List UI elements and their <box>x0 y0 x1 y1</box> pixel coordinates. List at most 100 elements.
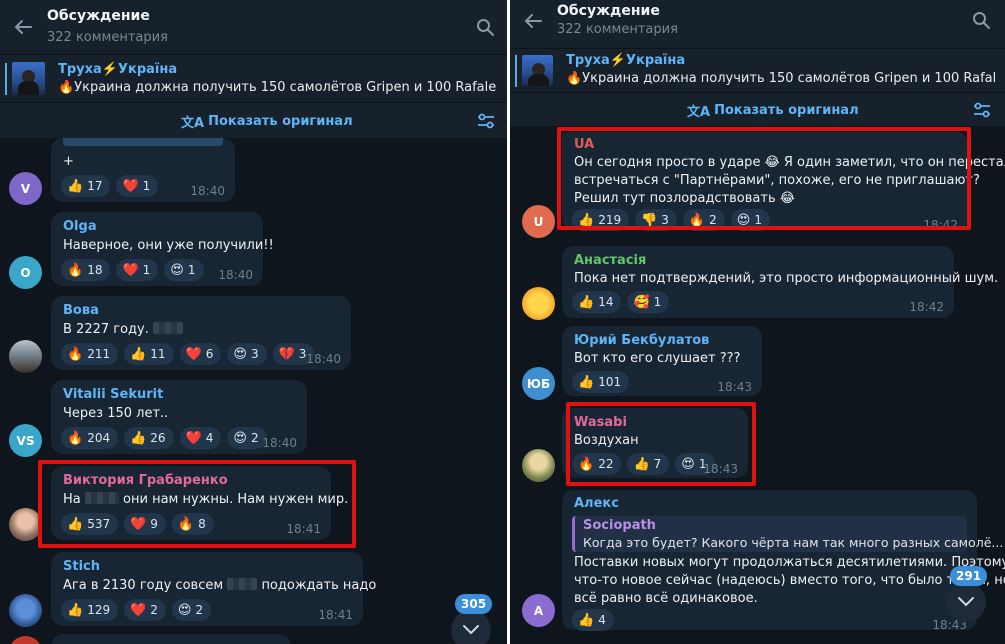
timestamp: 18:43 <box>703 462 738 476</box>
reaction-thumbs-up[interactable]: 👍 537 <box>61 513 119 535</box>
avatar[interactable]: O <box>9 256 42 289</box>
search-icon[interactable] <box>476 18 494 36</box>
scroll-down-button[interactable] <box>946 582 986 622</box>
reaction-thumbs-up[interactable]: 👍 14 <box>572 291 622 313</box>
comment-text: Ага в 2130 году совсем подождать надо <box>63 578 377 593</box>
show-original-label: Показать оригинал <box>208 114 353 129</box>
author-name[interactable]: UA <box>574 137 594 152</box>
reactions: 👍 219 👎 3 🔥 2 😍 1 <box>572 209 770 231</box>
comment-bubble[interactable]: Olga Наверное, они уже получили!! 🔥 18 ❤️… <box>51 212 274 286</box>
reaction-heart-eyes[interactable]: 😍 1 <box>164 259 204 281</box>
comment-bubble[interactable]: Vitalii Sekurit Через 150 лет.. 🔥 204 👍 26… <box>51 380 307 454</box>
pinned-post[interactable]: Труха⚡️Україна 🔥Украина должна получить … <box>0 54 507 102</box>
right-chat-panel: Обсуждение 322 комментария Труха⚡️Україн… <box>510 0 1005 644</box>
comment-bubble[interactable]: Анастасія Пока нет подтверждений, это пр… <box>562 246 998 318</box>
comment-count: 322 комментария <box>557 22 678 37</box>
translation-bar: 文A Показать оригинал <box>510 92 1005 126</box>
reaction-heart[interactable]: ❤️ 2 <box>124 599 166 621</box>
avatar[interactable] <box>9 508 42 541</box>
reaction-thumbs-up[interactable]: 👍 7 <box>627 453 670 475</box>
reactions: 👍 17 ❤️ 1 <box>61 175 159 197</box>
show-original-button[interactable]: 文A Показать оригинал <box>687 101 859 120</box>
reaction-fire[interactable]: 🔥 204 <box>61 427 119 449</box>
comment-bubble[interactable]: Вова В 2227 году. 🔥 211 👍 11 ❤️ 6 😍 3 💔 3 18:… <box>51 296 351 370</box>
comment-bubble[interactable]: Алекс Sociopath Когда это будет? Какого … <box>562 490 1005 632</box>
comment-bubble[interactable]: Юрий Бекбулатов Вот кто его слушает ??? … <box>562 326 762 396</box>
reactions: 👍 537 ❤️ 9 🔥 8 <box>61 513 214 535</box>
avatar[interactable]: V <box>9 172 42 205</box>
reaction-heart-eyes[interactable]: 😍 2 <box>227 427 267 449</box>
avatar[interactable] <box>522 449 555 482</box>
author-name[interactable]: Юрий Бекбулатов <box>574 333 709 348</box>
avatar[interactable] <box>9 636 42 644</box>
reaction-heart[interactable]: ❤️ 6 <box>179 343 222 365</box>
translation-settings-icon[interactable] <box>476 112 496 130</box>
comment-bubble[interactable] <box>51 634 291 644</box>
avatar[interactable] <box>9 340 42 373</box>
comment-text-line: что-то новое сейчас (надеюсь) вместо тог… <box>574 573 1005 588</box>
channel-name: Труха⚡️Україна <box>566 53 686 68</box>
comment-bubble[interactable]: Виктория Грабаренко На они нам нужны. На… <box>51 466 348 540</box>
show-original-label: Показать оригинал <box>714 103 859 118</box>
translation-bar: 文A Показать оригинал <box>0 102 507 138</box>
translation-settings-icon[interactable] <box>972 101 992 119</box>
comment-text-line: встречаться с "Партнёрами", похоже, его … <box>574 173 980 188</box>
reaction-heart[interactable]: ❤️ 4 <box>179 427 222 449</box>
reaction-thumbs-up[interactable]: 👍 26 <box>124 427 174 449</box>
reaction-smiling-hearts[interactable]: 🥰 1 <box>627 291 670 313</box>
reaction-thumbs-up[interactable]: 👍 101 <box>572 371 630 393</box>
comment-text: На они нам нужны. Нам нужен мир. <box>63 492 349 507</box>
back-arrow-icon[interactable] <box>12 16 34 38</box>
avatar[interactable] <box>522 287 555 320</box>
comment-bubble[interactable]: Wasabi Воздухан 🔥 22 👍 7 😍 1 18:43 <box>562 408 748 478</box>
comment-text: В 2227 году. <box>63 321 184 339</box>
reaction-fire[interactable]: 🔥 2 <box>682 209 725 231</box>
comment-text-line: всё равно всё одинаковое. <box>574 591 758 606</box>
pin-accent-bar <box>515 55 517 87</box>
author-name[interactable]: Анастасія <box>574 253 646 268</box>
avatar[interactable]: VS <box>9 424 42 457</box>
reaction-thumbs-up[interactable]: 👍 4 <box>572 609 614 631</box>
reaction-heart-eyes[interactable]: 😍 3 <box>227 343 267 365</box>
scroll-down-button[interactable] <box>451 610 491 644</box>
author-name[interactable]: Вова <box>63 303 99 318</box>
reaction-fire[interactable]: 🔥 18 <box>61 259 111 281</box>
reaction-thumbs-up[interactable]: 👍 129 <box>61 599 119 621</box>
comment-bubble[interactable]: UA Он сегодня просто в ударе 😂 Я один за… <box>562 132 1005 232</box>
back-arrow-icon[interactable] <box>522 10 544 32</box>
reaction-thumbs-down[interactable]: 👎 3 <box>635 209 677 231</box>
translate-icon: 文A <box>687 105 711 120</box>
reaction-fire[interactable]: 🔥 22 <box>572 453 622 475</box>
reaction-heart-eyes[interactable]: 😍 1 <box>730 209 770 231</box>
comment-bubble[interactable]: + 👍 17 ❤️ 1 18:40 <box>51 138 235 202</box>
pinned-post[interactable]: Труха⚡️Україна 🔥Украина должна получить … <box>510 48 1005 92</box>
blurred-emoji <box>227 578 258 590</box>
avatar[interactable]: U <box>522 205 555 238</box>
reaction-heart[interactable]: ❤️ 1 <box>116 175 159 197</box>
search-icon[interactable] <box>972 11 990 29</box>
avatar[interactable]: A <box>522 594 555 627</box>
reply-quote[interactable]: Sociopath Когда это будет? Какого чёрта … <box>572 516 1003 552</box>
author-name[interactable]: Olga <box>63 219 97 234</box>
blurred-word <box>84 492 119 504</box>
author-name[interactable]: Stich <box>63 559 100 574</box>
reaction-fire[interactable]: 🔥 211 <box>61 343 119 365</box>
reaction-thumbs-up[interactable]: 👍 17 <box>61 175 111 197</box>
reaction-heart-eyes[interactable]: 😍 2 <box>171 599 212 621</box>
reaction-heart[interactable]: ❤️ 1 <box>116 259 159 281</box>
author-name[interactable]: Vitalii Sekurit <box>63 387 163 402</box>
reaction-thumbs-up[interactable]: 👍 219 <box>572 209 630 231</box>
author-name[interactable]: Алекс <box>574 496 619 511</box>
unread-badge: 291 <box>950 566 988 586</box>
avatar[interactable]: ЮБ <box>522 367 555 400</box>
author-name[interactable]: Виктория Грабаренко <box>63 473 228 488</box>
avatar[interactable] <box>9 594 42 627</box>
reaction-heart[interactable]: ❤️ 9 <box>124 513 166 535</box>
author-name[interactable]: Wasabi <box>574 415 627 430</box>
reaction-thumbs-up[interactable]: 👍 11 <box>124 343 174 365</box>
comment-text: Воздухан <box>574 433 639 448</box>
timestamp: 18:40 <box>218 268 253 282</box>
show-original-button[interactable]: 文A Показать оригинал <box>181 112 353 131</box>
reaction-fire[interactable]: 🔥 8 <box>171 513 214 535</box>
comment-bubble[interactable]: Stich Ага в 2130 году совсем подождать н… <box>51 552 376 626</box>
